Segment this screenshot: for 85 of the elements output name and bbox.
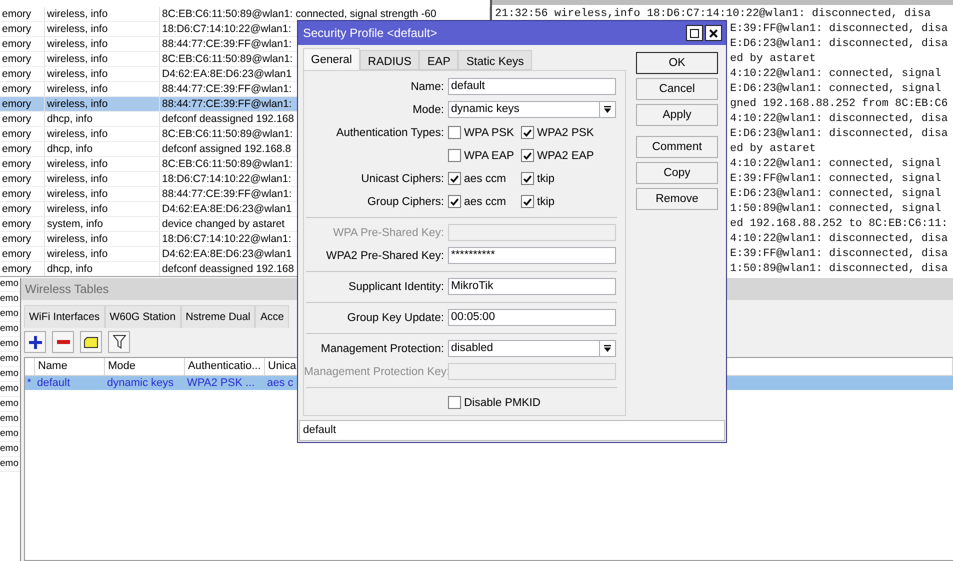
table-cell: wireless, info [45, 247, 160, 261]
table-cell: dhcp, info [45, 112, 160, 126]
checkbox-label: WPA2 EAP [537, 150, 594, 162]
table-cell-text: default [36, 376, 72, 390]
table-cell: emo [0, 353, 18, 364]
terminal-line: E:39:FF@wlan1: disconnected, disa [730, 248, 948, 260]
table-cell: wireless, info [45, 7, 160, 21]
table-cell: emory [0, 142, 45, 156]
table-cell: wireless, info [45, 97, 160, 111]
table-cell: emo [0, 308, 18, 319]
terminal-line: E:39:FF@wlan1: connected, signal [730, 173, 942, 185]
terminal-line: 21:32:56 wireless,info 18:D6:C7:14:10:22@wlan1: disconnected, disa [495, 8, 931, 20]
table-cell: emo [0, 413, 18, 424]
table-cell: wireless, info [45, 202, 160, 216]
table-cell: wireless, info [45, 52, 160, 66]
table-cell: emory [0, 187, 45, 201]
table-cell-text: WPA2 PSK ... [186, 376, 256, 390]
table-cell: dhcp, info [45, 262, 160, 276]
status-bar: default [299, 420, 725, 441]
table-cell-text: dynamic keys [106, 376, 175, 390]
table-cell: emory [0, 67, 45, 81]
terminal-line: 1:50:89@wlan1: connected, signal [730, 203, 942, 215]
table-cell: emory [0, 97, 45, 111]
table-cell: wireless, info [45, 127, 160, 141]
table-cell: emo [0, 278, 18, 289]
terminal-line: E:39:FF@wlan1: disconnected, disa [730, 23, 948, 35]
table-cell: emory [0, 112, 45, 126]
terminal-line: E:D6:23@wlan1: disconnected, disa [730, 38, 948, 50]
field-label: Supplicant Identity: [348, 280, 444, 292]
terminal-line: E:D6:23@wlan1: connected, signal [730, 83, 942, 95]
table-cell: emo [0, 428, 18, 439]
field-label: Management Protection: [320, 342, 444, 354]
terminal-line: gned 192.168.88.252 from 8C:EB:C6 [730, 98, 948, 110]
table-cell: wireless, info [45, 37, 160, 51]
table-cell: wireless, info [45, 22, 160, 36]
table-cell: emory [0, 262, 45, 276]
checkbox-label: tkip [537, 196, 555, 208]
table-cell: emory [0, 217, 45, 231]
table-cell: wireless, info [45, 172, 160, 186]
table-cell: emory [0, 82, 45, 96]
table-cell-text: * [26, 376, 32, 390]
checkbox-label: Disable PMKID [464, 396, 541, 408]
table-cell: emory [0, 22, 45, 36]
table-cell: wireless, info [45, 157, 160, 171]
table-cell: emo [0, 458, 18, 469]
table-cell-text: aes c [266, 376, 294, 390]
table-cell: emo [0, 368, 18, 379]
field-label: WPA2 Pre-Shared Key: [325, 250, 444, 262]
terminal-line: ed by astaret [730, 143, 816, 155]
terminal-line: 4:10:22@wlan1: disconnected, disa [730, 113, 948, 125]
table-cell: wireless, info [45, 187, 160, 201]
table-cell: emo [0, 293, 18, 304]
table-cell: wireless, info [45, 232, 160, 246]
table-cell: emo [0, 383, 18, 394]
field-label: Name: [410, 80, 444, 92]
field-label: Unicast Ciphers: [360, 172, 444, 184]
terminal-line: 4:10:22@wlan1: disconnected, disa [730, 233, 948, 245]
terminal-line: ed by astaret [730, 53, 816, 65]
table-cell: emory [0, 157, 45, 171]
terminal-line: ed 192.168.88.252 to 8C:EB:C6:11: [730, 218, 948, 230]
checkbox-label: WPA2 PSK [537, 126, 594, 138]
table-cell: emo [0, 398, 18, 409]
table-cell: wireless, info [45, 67, 160, 81]
table-cell: emory [0, 247, 45, 261]
table-cell: emory [0, 232, 45, 246]
field-label: Authentication Types: [335, 126, 444, 138]
terminal-line: 4:10:22@wlan1: connected, signal [730, 158, 942, 170]
table-cell: wireless, info [45, 82, 160, 96]
terminal-line: E:D6:23@wlan1: connected, signal [730, 188, 942, 200]
table-cell: emory [0, 37, 45, 51]
table-cell: emo [0, 338, 18, 349]
table-cell: emory [0, 52, 45, 66]
table-cell: emory [0, 202, 45, 216]
table-cell: emory [0, 7, 45, 21]
table-cell: system, info [45, 217, 160, 231]
table-cell: emo [0, 323, 18, 334]
table-cell: dhcp, info [45, 142, 160, 156]
checkbox-label: tkip [537, 172, 555, 184]
terminal-line: E:D6:23@wlan1: disconnected, disa [730, 128, 948, 140]
table-cell: emo [0, 443, 18, 454]
field-label: Group Key Update: [346, 312, 444, 324]
table-cell: emory [0, 172, 45, 186]
table-cell: emory [0, 127, 45, 141]
terminal-line: 4:10:22@wlan1: connected, signal [730, 68, 942, 80]
terminal-line: 1:50:89@wlan1: disconnected, disa [730, 263, 948, 275]
